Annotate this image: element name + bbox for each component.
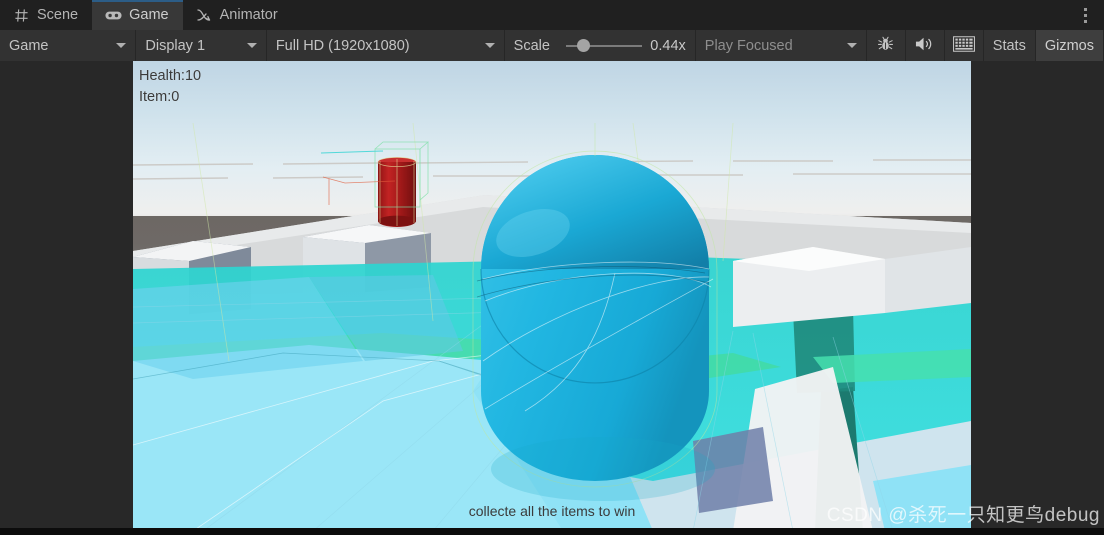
gamepad-icon — [105, 7, 122, 24]
speaker-icon — [915, 36, 934, 56]
grid-icon — [13, 7, 30, 24]
chevron-down-icon — [847, 43, 857, 48]
game-view-toolbar: Game Display 1 Full HD (1920x1080) Scale… — [0, 30, 1104, 61]
display-label: Display 1 — [145, 37, 206, 54]
game-view-viewport[interactable]: Health:10 Item:0 collecte all the items … — [133, 61, 971, 528]
resolution-dropdown[interactable]: Full HD (1920x1080) — [266, 30, 505, 61]
scale-slider[interactable] — [558, 30, 643, 61]
hud-overlay: Health:10 Item:0 — [139, 66, 201, 108]
hud-item: Item:0 — [139, 89, 180, 106]
scale-value: 0.44x — [650, 37, 686, 54]
pickup-cylinder-shape — [377, 157, 417, 227]
gameview-left-fill — [0, 61, 133, 528]
bug-icon — [877, 35, 894, 56]
hud-health: Health:10 — [139, 68, 202, 84]
gizmos-label: Gizmos — [1044, 37, 1094, 54]
tab-game-label: Game — [129, 7, 169, 23]
stats-toggle-button[interactable]: Stats — [983, 30, 1036, 61]
resolution-label: Full HD (1920x1080) — [275, 37, 410, 54]
chevron-down-icon — [246, 43, 257, 48]
gameview-right-fill — [971, 61, 1104, 528]
tab-game[interactable]: Game — [92, 0, 183, 30]
csdn-watermark: CSDN @杀死一只知更鸟debug — [826, 505, 1100, 526]
tab-bar: Scene Game Animator — [0, 0, 1104, 30]
tab-scene[interactable]: Scene — [0, 0, 92, 30]
gizmos-toggle-button[interactable]: Gizmos — [1035, 30, 1104, 61]
display-dropdown[interactable]: Display 1 — [136, 30, 267, 61]
scale-slider-knob[interactable] — [576, 39, 590, 52]
unity-editor-window: Scene Game Animator Game Display 1 Full … — [0, 0, 1104, 535]
stats-shortcut-button[interactable] — [944, 30, 984, 61]
tab-animator-label: Animator — [219, 7, 278, 23]
scale-slider-group[interactable]: Scale 0.44x — [504, 30, 696, 61]
chevron-down-icon — [116, 43, 127, 48]
bottom-black-strip — [0, 528, 1104, 535]
scale-label: Scale — [513, 37, 550, 54]
animator-icon — [196, 7, 213, 24]
stats-label: Stats — [992, 37, 1026, 54]
tab-animator[interactable]: Animator — [183, 0, 292, 30]
tab-scene-label: Scene — [37, 7, 79, 23]
view-mode-label: Game — [9, 37, 49, 54]
mute-audio-button[interactable] — [905, 30, 945, 61]
game-scene-render — [133, 122, 971, 528]
play-mode-dropdown[interactable]: Play Focused — [695, 30, 867, 61]
chevron-down-icon — [484, 43, 495, 48]
view-mode-dropdown[interactable]: Game — [0, 30, 137, 61]
player-capsule-shape — [476, 155, 714, 481]
debug-toggle-button[interactable] — [867, 30, 906, 61]
play-mode-label: Play Focused — [704, 37, 793, 54]
keyboard-icon — [952, 35, 975, 56]
kebab-menu-icon[interactable] — [1072, 0, 1098, 30]
